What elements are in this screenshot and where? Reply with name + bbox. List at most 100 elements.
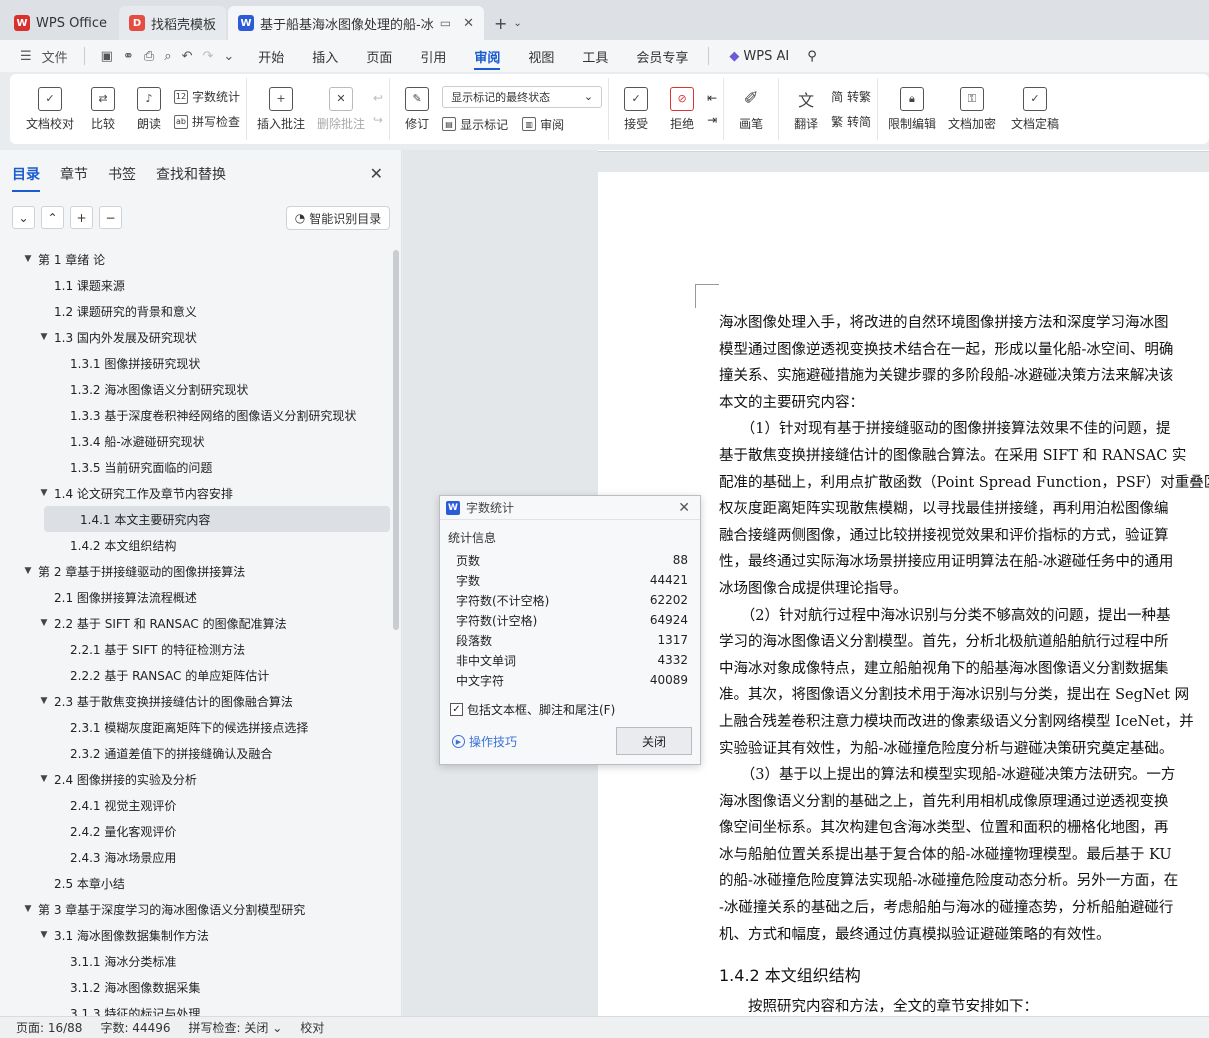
hamburger-icon[interactable]: ☰ xyxy=(20,49,32,64)
chevron-down-icon[interactable]: ⌄ xyxy=(513,18,521,29)
encrypt-button[interactable]: ⚿ 文档加密 xyxy=(944,86,1000,132)
prev-change-icon[interactable]: ⇤ xyxy=(707,91,717,105)
finalize-button[interactable]: ✓ 文档定稿 xyxy=(1004,86,1066,132)
tab-sections[interactable]: 章节 xyxy=(60,164,88,192)
close-icon[interactable]: ✕ xyxy=(463,16,474,31)
toc-item[interactable]: 2.4.1 视觉主观评价 xyxy=(0,792,392,818)
toc-item[interactable]: 2.1 图像拼接算法流程概述 xyxy=(0,584,392,610)
pen-button[interactable]: ✐ 画笔 xyxy=(730,87,772,132)
restrict-edit-button[interactable]: 🔒︎ 限制编辑 xyxy=(884,86,940,132)
prev-comment-icon[interactable]: ↩ xyxy=(373,91,383,105)
toc-item[interactable]: ▼ 第 1 章绪 论 xyxy=(0,246,392,272)
revise-button[interactable]: ✎ 修订 xyxy=(396,86,438,132)
toc-item[interactable]: ▼ 1.4 论文研究工作及章节内容安排 xyxy=(0,480,392,506)
word-count-button[interactable]: 12 字数统计 xyxy=(174,88,240,105)
close-button[interactable]: 关闭 xyxy=(616,727,692,755)
menu-page[interactable]: 页面 xyxy=(352,40,406,72)
caret-down-icon[interactable]: ▼ xyxy=(38,696,50,706)
menu-tools[interactable]: 工具 xyxy=(568,40,622,72)
markup-state-select[interactable]: 显示标记的最终状态 ⌄ xyxy=(442,85,603,108)
toc-scrollbar[interactable] xyxy=(393,250,399,630)
menu-member[interactable]: 会员专享 xyxy=(622,40,702,72)
toc-item[interactable]: 3.1.1 海冰分类标准 xyxy=(0,948,392,974)
chevron-down-icon[interactable]: ⌄ xyxy=(223,49,234,64)
toc-item[interactable]: 1.4.1 本文主要研究内容 xyxy=(44,506,390,532)
to-traditional-button[interactable]: 简 转繁 xyxy=(831,88,871,105)
accept-button[interactable]: ✓ 接受 xyxy=(615,86,657,132)
close-icon[interactable]: ✕ xyxy=(678,500,690,516)
toc-item[interactable]: ▼ 1.3 国内外发展及研究现状 xyxy=(0,324,392,350)
toc-item[interactable]: 1.2 课题研究的背景和意义 xyxy=(0,298,392,324)
toc-item[interactable]: 3.1.2 海冰图像数据采集 xyxy=(0,974,392,1000)
tab-wps-office[interactable]: W WPS Office xyxy=(4,6,117,40)
smart-toc-button[interactable]: ◔ 智能识别目录 xyxy=(286,206,390,230)
file-menu[interactable]: 文件 xyxy=(42,47,68,66)
toc-item[interactable]: 1.3.2 海冰图像语义分割研究现状 xyxy=(0,376,392,402)
translate-button[interactable]: 文翻译 xyxy=(785,87,827,132)
toc-item[interactable]: 1.3.4 船-冰避碰研究现状 xyxy=(0,428,392,454)
new-tab-button[interactable]: + ⌄ xyxy=(486,6,530,40)
caret-down-icon[interactable]: ▼ xyxy=(38,774,50,784)
toc-item[interactable]: ▼ 2.2 基于 SIFT 和 RANSAC 的图像配准算法 xyxy=(0,610,392,636)
undo-icon[interactable]: ↶ xyxy=(182,49,193,64)
toc-item[interactable]: 1.3.3 基于深度卷积神经网络的图像语义分割研究现状 xyxy=(0,402,392,428)
menu-start[interactable]: 开始 xyxy=(244,40,298,72)
tab-document[interactable]: W 基于船基海冰图像处理的船-冰 ▭ ✕ xyxy=(228,6,484,40)
toc-item[interactable]: ▼ 3.1 海冰图像数据集制作方法 xyxy=(0,922,392,948)
print-icon[interactable]: ⎙ xyxy=(144,49,154,64)
page-indicator[interactable]: 页面: 16/88 xyxy=(16,1019,82,1036)
share-icon[interactable]: ⚭ xyxy=(123,49,134,64)
toc-item[interactable]: 1.3.1 图像拼接研究现状 xyxy=(0,350,392,376)
spell-check-button[interactable]: ab 拼写检查 xyxy=(174,113,240,130)
tab-template[interactable]: D 找稻壳模板 xyxy=(119,6,227,40)
show-markup-button[interactable]: ▤ 显示标记 xyxy=(442,116,508,133)
toc-item[interactable]: 2.3.2 通道差值下的拼接缝确认及融合 xyxy=(0,740,392,766)
remove-level-icon[interactable]: − xyxy=(99,206,122,229)
toc-item[interactable]: ▼ 2.3 基于散焦变换拼接缝估计的图像融合算法 xyxy=(0,688,392,714)
add-level-icon[interactable]: + xyxy=(70,206,93,229)
close-icon[interactable]: ✕ xyxy=(370,164,383,183)
toc-item[interactable]: 3.1.3 特征的标记与处理 xyxy=(0,1000,392,1017)
to-simplified-button[interactable]: 繁 转简 xyxy=(831,113,871,130)
proof-status[interactable]: 校对 xyxy=(300,1019,324,1036)
preview-icon[interactable]: ⌕ xyxy=(164,49,171,64)
toc-item[interactable]: 2.2.1 基于 SIFT 的特征检测方法 xyxy=(0,636,392,662)
search-icon[interactable]: ⚲ xyxy=(803,40,821,72)
read-aloud-button[interactable]: ♪ 朗读 xyxy=(128,86,170,132)
toc-item[interactable]: 1.3.5 当前研究面临的问题 xyxy=(0,454,392,480)
toc-item[interactable]: 2.5 本章小结 xyxy=(0,870,392,896)
save-icon[interactable]: ▣ xyxy=(101,49,113,64)
include-textbox-checkbox[interactable]: ✓ 包括文本框、脚注和尾注(F) xyxy=(450,701,615,718)
toc-item[interactable]: 2.4.3 海冰场景应用 xyxy=(0,844,392,870)
expand-down-icon[interactable]: ⌄ xyxy=(12,206,35,229)
delete-comment-button[interactable]: ✕ 删除批注 xyxy=(313,86,369,132)
toc-item[interactable]: 2.4.2 量化客观评价 xyxy=(0,818,392,844)
caret-down-icon[interactable]: ▼ xyxy=(22,904,34,914)
tab-find-replace[interactable]: 查找和替换 xyxy=(156,164,226,192)
caret-down-icon[interactable]: ▼ xyxy=(38,930,50,940)
compare-button[interactable]: ⇄ 比较 xyxy=(82,86,124,132)
menu-reference[interactable]: 引用 xyxy=(406,40,460,72)
insert-comment-button[interactable]: + 插入批注 xyxy=(253,86,309,132)
caret-down-icon[interactable]: ▼ xyxy=(38,618,50,628)
next-comment-icon[interactable]: ↪ xyxy=(373,113,383,127)
dialog-titlebar[interactable]: W 字数统计 xyxy=(440,496,700,520)
toc-item[interactable]: 2.2.2 基于 RANSAC 的单应矩阵估计 xyxy=(0,662,392,688)
toc-item[interactable]: 1.4.2 本文组织结构 xyxy=(0,532,392,558)
doc-check-button[interactable]: ✓ 文档校对 xyxy=(22,86,78,132)
menu-review[interactable]: 审阅 xyxy=(460,40,514,72)
caret-down-icon[interactable]: ▼ xyxy=(22,566,34,576)
wps-ai-button[interactable]: ◆ WPS AI xyxy=(715,40,803,72)
word-count-indicator[interactable]: 字数: 44496 xyxy=(100,1019,170,1036)
tab-bookmarks[interactable]: 书签 xyxy=(108,164,136,192)
caret-down-icon[interactable]: ▼ xyxy=(38,488,50,498)
review-pane-button[interactable]: ▥ 审阅 xyxy=(522,116,564,133)
redo-icon[interactable]: ↷ xyxy=(202,49,213,64)
toc-item[interactable]: ▼ 2.4 图像拼接的实验及分析 xyxy=(0,766,392,792)
toc-item[interactable]: ▼ 第 3 章基于深度学习的海冰图像语义分割模型研究 xyxy=(0,896,392,922)
document-text[interactable]: 海冰图像处理入手，将改进的自然环境图像拼接方法和深度学习海冰图 模型通过图像逆透视… xyxy=(719,310,1209,1016)
collapse-up-icon[interactable]: ⌃ xyxy=(41,206,64,229)
reject-button[interactable]: ⊘ 拒绝 xyxy=(661,86,703,132)
toc-item[interactable]: 2.3.1 模糊灰度距离矩阵下的候选拼接点选择 xyxy=(0,714,392,740)
toc-item[interactable]: ▼ 第 2 章基于拼接缝驱动的图像拼接算法 xyxy=(0,558,392,584)
